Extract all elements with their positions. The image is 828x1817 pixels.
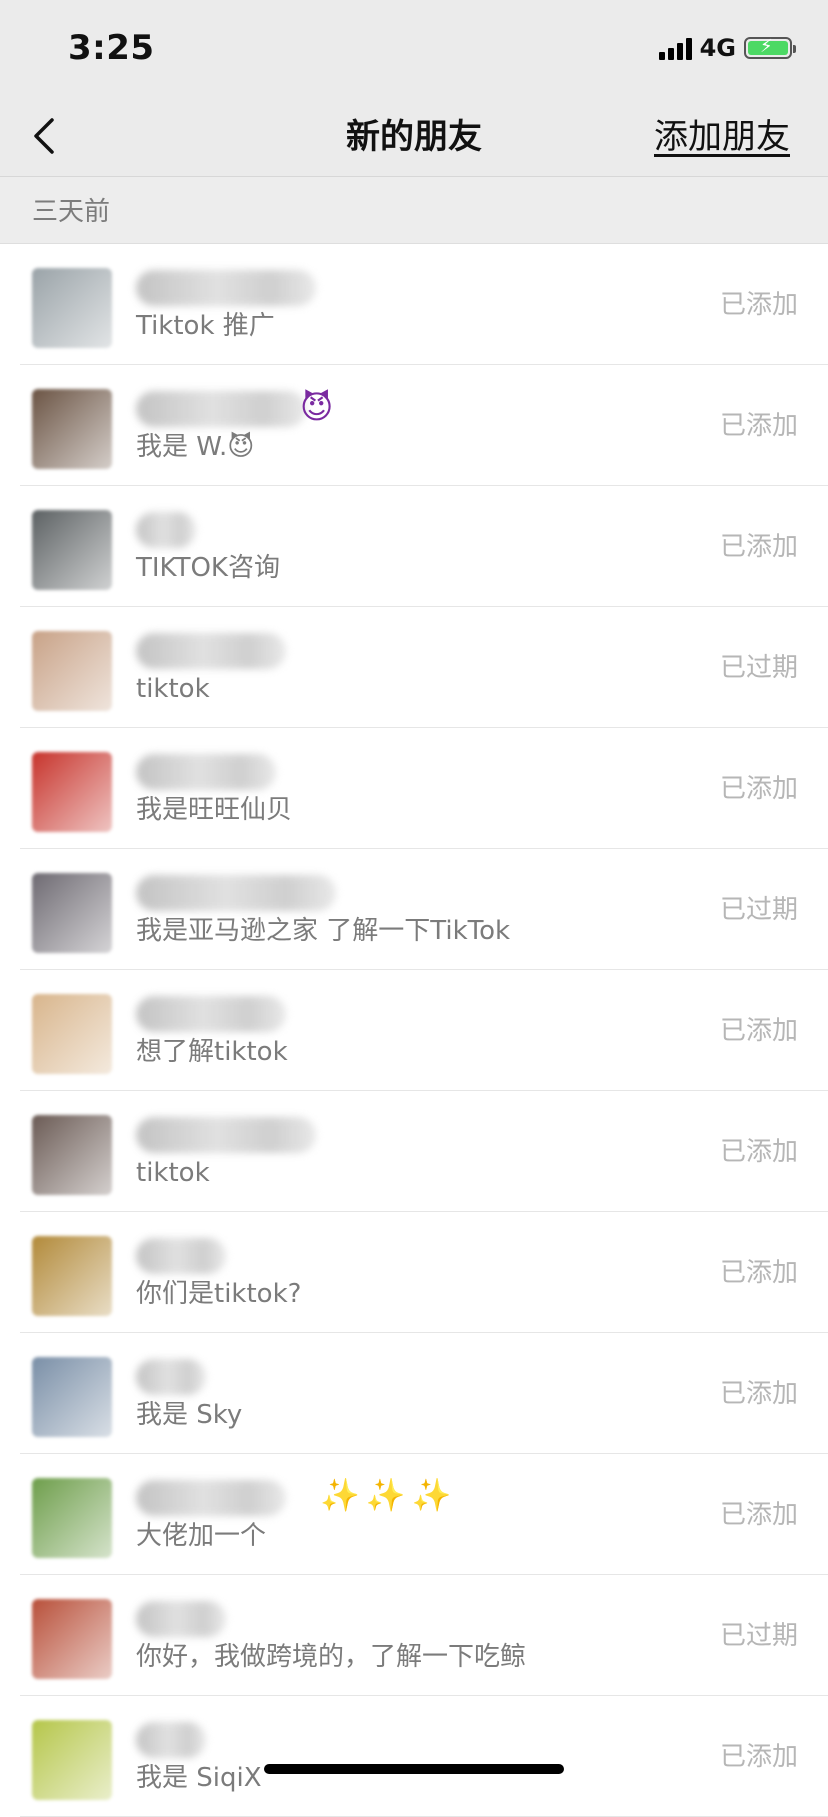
blurred-name — [136, 1601, 226, 1637]
sparkles-icon: ✨✨✨ — [320, 1476, 458, 1514]
avatar — [32, 631, 112, 711]
signal-icon — [658, 36, 692, 60]
request-status[interactable]: 已添加 — [720, 526, 798, 563]
request-status[interactable]: 已添加 — [720, 1131, 798, 1168]
blurred-name — [136, 996, 286, 1032]
section-label: 三天前 — [32, 197, 111, 227]
request-message: 我是 Sky — [136, 1400, 243, 1430]
request-status[interactable]: 已添加 — [720, 1373, 798, 1410]
avatar — [32, 1720, 112, 1800]
blurred-name — [136, 875, 336, 911]
request-status[interactable]: 已过期 — [720, 647, 798, 684]
blurred-name — [136, 754, 276, 790]
request-status[interactable]: 已添加 — [720, 768, 798, 805]
avatar-image — [32, 1599, 112, 1679]
avatar-image — [32, 873, 112, 953]
request-message: tiktok — [136, 674, 210, 704]
request-message: Tiktok 推广 — [136, 311, 275, 341]
network-type: 4G — [699, 34, 736, 62]
avatar — [32, 510, 112, 590]
blurred-name — [136, 1480, 286, 1516]
blurred-name — [136, 633, 286, 669]
avatar-image — [32, 510, 112, 590]
add-friends-button[interactable]: 添加朋友 — [654, 112, 790, 162]
blurred-name — [136, 1117, 316, 1153]
avatar-image — [32, 994, 112, 1074]
avatar — [32, 268, 112, 348]
request-status[interactable]: 已添加 — [720, 1252, 798, 1289]
friend-request-row[interactable]: 我是 SiqiX 已添加 — [20, 1696, 828, 1817]
avatar — [32, 1115, 112, 1195]
friend-request-row[interactable]: 我是旺旺仙贝 已添加 — [20, 728, 828, 849]
home-indicator[interactable] — [264, 1764, 564, 1774]
friend-request-list: Tiktok 推广 已添加 😈 我是 W.😈 已添加 TIKTOK咨询 已添加 … — [0, 244, 828, 1817]
friend-request-row[interactable]: Tiktok 推广 已添加 — [20, 244, 828, 365]
avatar-image — [32, 1478, 112, 1558]
friend-request-row[interactable]: 我是 Sky 已添加 — [20, 1333, 828, 1454]
avatar — [32, 752, 112, 832]
friend-request-row[interactable]: 你好，我做跨境的，了解一下吃鲸 已过期 — [20, 1575, 828, 1696]
avatar-image — [32, 1236, 112, 1316]
status-time: 3:25 — [68, 28, 155, 68]
request-status[interactable]: 已添加 — [720, 1736, 798, 1773]
status-bar: 3:25 4G ⚡ — [0, 0, 828, 100]
blurred-name — [136, 1238, 226, 1274]
avatar-image — [32, 1115, 112, 1195]
friend-request-row[interactable]: ✨✨✨ 大佬加一个 已添加 — [20, 1454, 828, 1575]
request-status[interactable]: 已添加 — [720, 284, 798, 321]
nav-bar: 新的朋友 添加朋友 — [0, 100, 828, 177]
avatar — [32, 1236, 112, 1316]
friend-request-row[interactable]: 你们是tiktok? 已添加 — [20, 1212, 828, 1333]
battery-icon: ⚡ — [744, 36, 796, 59]
request-message: 我是亚马逊之家 了解一下TikTok — [136, 916, 511, 946]
request-message: 我是旺旺仙贝 — [136, 795, 293, 825]
friend-request-row[interactable]: tiktok 已过期 — [20, 607, 828, 728]
request-message: 想了解tiktok — [136, 1037, 288, 1067]
request-message: tiktok — [136, 1158, 210, 1188]
request-status[interactable]: 已添加 — [720, 1494, 798, 1531]
avatar — [32, 1478, 112, 1558]
avatar-image — [32, 631, 112, 711]
friend-request-row[interactable]: tiktok 已添加 — [20, 1091, 828, 1212]
request-status[interactable]: 已添加 — [720, 405, 798, 442]
section-header: 三天前 — [0, 177, 828, 244]
avatar-image — [32, 752, 112, 832]
request-message: 我是 SiqiX — [136, 1763, 262, 1793]
avatar-image — [32, 1357, 112, 1437]
friend-request-row[interactable]: 我是亚马逊之家 了解一下TikTok 已过期 — [20, 849, 828, 970]
name-emoji: 😈 — [300, 388, 334, 426]
avatar-image — [32, 268, 112, 348]
request-message: 大佬加一个 — [136, 1521, 267, 1551]
blurred-name — [136, 391, 306, 427]
request-message: 你好，我做跨境的，了解一下吃鲸 — [136, 1642, 527, 1672]
avatar — [32, 389, 112, 469]
request-status[interactable]: 已过期 — [720, 889, 798, 926]
request-status[interactable]: 已过期 — [720, 1615, 798, 1652]
request-message: 我是 W.😈 — [136, 432, 255, 462]
avatar-image — [32, 1720, 112, 1800]
avatar — [32, 994, 112, 1074]
avatar-image — [32, 389, 112, 469]
friend-request-row[interactable]: 😈 我是 W.😈 已添加 — [20, 365, 828, 486]
charging-bolt-icon: ⚡ — [760, 36, 773, 57]
friend-request-row[interactable]: TIKTOK咨询 已添加 — [20, 486, 828, 607]
request-message: TIKTOK咨询 — [136, 553, 280, 583]
avatar — [32, 1599, 112, 1679]
request-status[interactable]: 已添加 — [720, 1010, 798, 1047]
friend-request-row[interactable]: 想了解tiktok 已添加 — [20, 970, 828, 1091]
blurred-name — [136, 270, 316, 306]
blurred-name — [136, 1722, 206, 1758]
blurred-name — [136, 1359, 206, 1395]
avatar — [32, 1357, 112, 1437]
blurred-name — [136, 512, 196, 548]
request-message: 你们是tiktok? — [136, 1279, 302, 1309]
avatar — [32, 873, 112, 953]
status-indicators: 4G ⚡ — [658, 34, 796, 62]
